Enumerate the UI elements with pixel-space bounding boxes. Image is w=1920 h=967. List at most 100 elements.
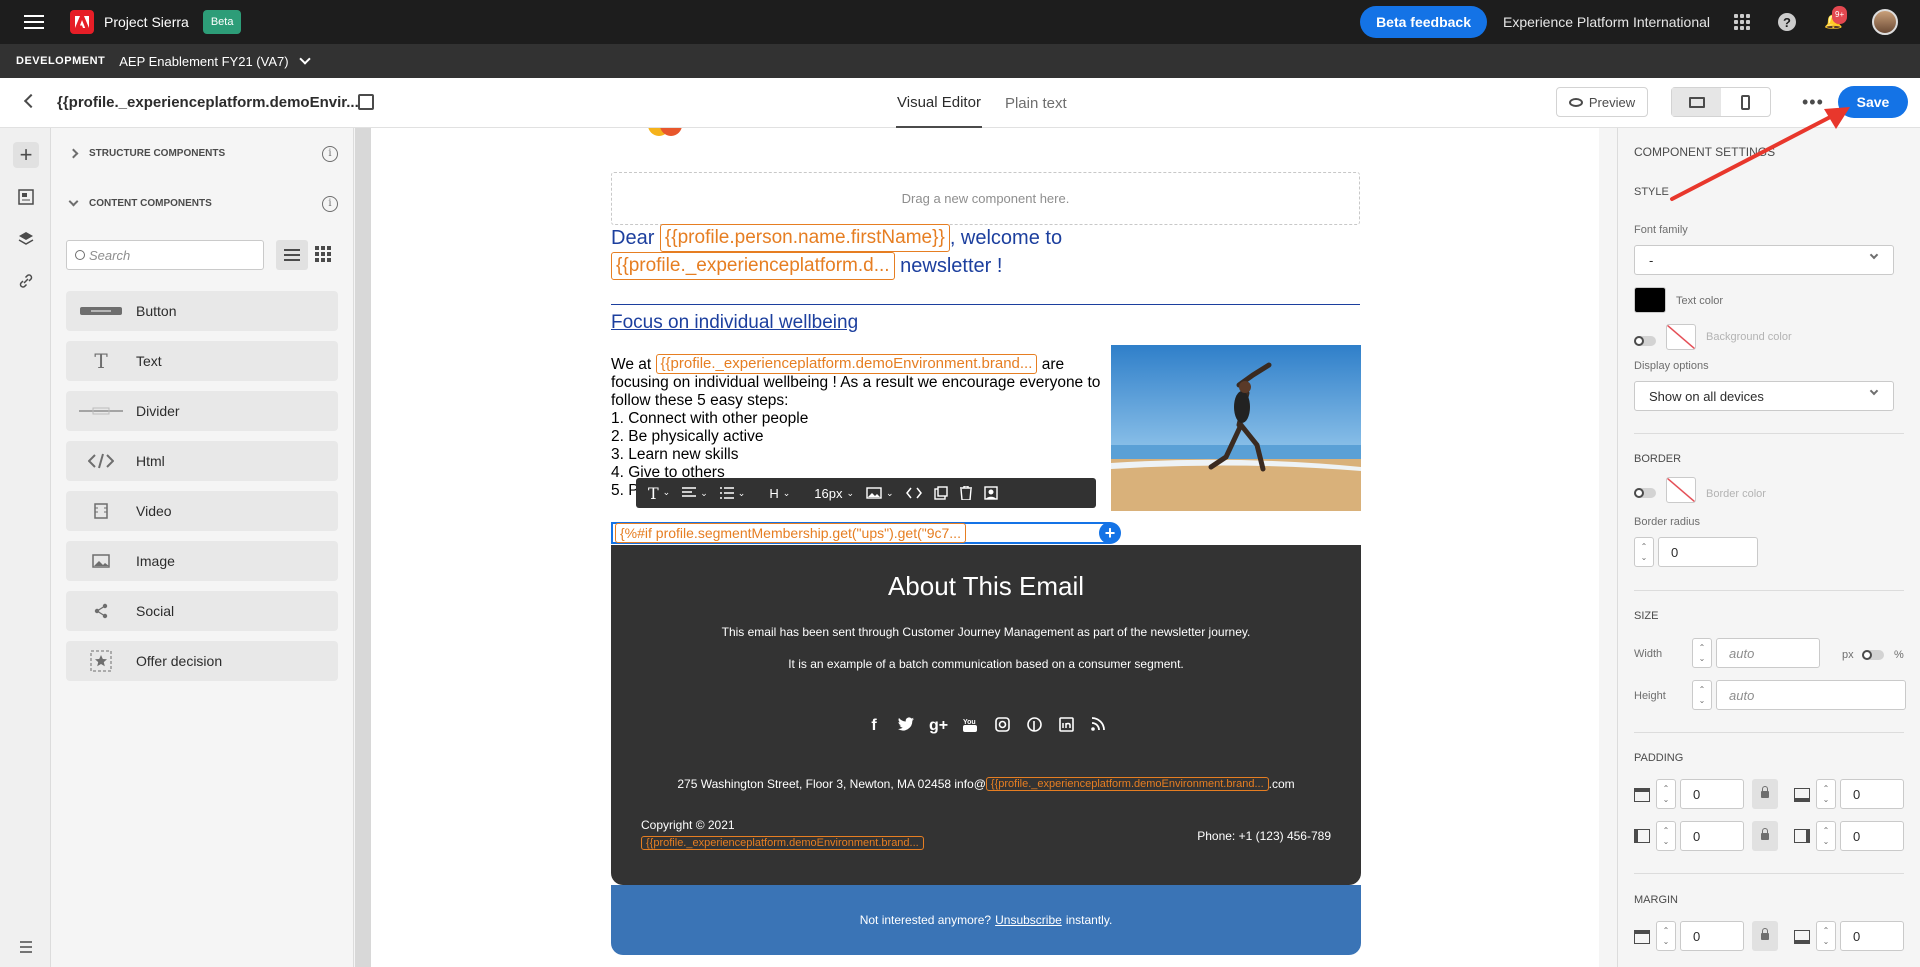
insert-image-dropdown[interactable]: ⌄	[866, 487, 894, 499]
sandbox-chevron-down-icon[interactable]	[298, 53, 311, 65]
width-input[interactable]: auto	[1716, 638, 1820, 668]
back-arrow-icon[interactable]	[23, 93, 39, 109]
component-offer-decision[interactable]: Offer decision	[66, 641, 338, 681]
pinterest-icon[interactable]	[1025, 717, 1043, 738]
list-dropdown[interactable]: ⌄	[719, 487, 745, 499]
unsubscribe-link[interactable]: Unsubscribe	[995, 913, 1062, 927]
personalization-token[interactable]: {{profile._experienceplatform.d...	[611, 252, 895, 280]
org-switcher[interactable]: Experience Platform International	[1503, 14, 1710, 30]
heading-dropdown[interactable]: H ⌄	[757, 486, 790, 501]
margin-bottom-input[interactable]: 0	[1840, 921, 1904, 951]
tab-plain-text[interactable]: Plain text	[1004, 78, 1068, 128]
display-options-select[interactable]: Show on all devices	[1634, 381, 1894, 411]
margin-bottom-stepper[interactable]: ⌃ ⌄	[1816, 921, 1836, 951]
footer-line[interactable]: It is an example of a batch communicatio…	[611, 657, 1361, 671]
padding-bottom-stepper[interactable]: ⌃ ⌄	[1816, 779, 1836, 809]
background-color-swatch[interactable]	[1666, 324, 1696, 350]
background-color-toggle[interactable]	[1634, 336, 1656, 346]
font-size-dropdown[interactable]: 16px ⌄	[802, 486, 854, 501]
fragments-icon[interactable]	[13, 184, 39, 210]
duplicate-icon[interactable]	[933, 486, 948, 500]
footer-line[interactable]: This email has been sent through Custome…	[611, 625, 1361, 639]
component-button[interactable]: Button	[66, 291, 338, 331]
more-options-icon[interactable]: •••	[1802, 92, 1824, 113]
padding-bottom-input[interactable]: 0	[1840, 779, 1904, 809]
border-color-swatch[interactable]	[1666, 477, 1696, 503]
yoga-beach-image[interactable]	[1111, 345, 1361, 511]
component-image[interactable]: Image	[66, 541, 338, 581]
width-stepper[interactable]: ⌃ ⌄	[1692, 638, 1712, 668]
component-social[interactable]: Social	[66, 591, 338, 631]
drop-zone[interactable]: Drag a new component here.	[611, 172, 1360, 225]
padding-top-stepper[interactable]: ⌃ ⌄	[1656, 779, 1676, 809]
margin-lock-icon[interactable]	[1752, 921, 1778, 951]
adobe-logo[interactable]	[70, 10, 94, 34]
unit-toggle[interactable]	[1862, 650, 1884, 660]
component-html[interactable]: Html	[66, 441, 338, 481]
margin-top-input[interactable]: 0	[1680, 921, 1744, 951]
social-icons[interactable]: f g+ You	[611, 717, 1361, 738]
source-code-icon[interactable]	[905, 487, 922, 499]
settings-list-icon[interactable]	[13, 934, 39, 960]
greeting-text[interactable]: Dear {{profile.person.name.firstName}}, …	[611, 224, 1151, 280]
facebook-icon[interactable]: f	[865, 717, 883, 738]
beta-feedback-button[interactable]: Beta feedback	[1360, 6, 1487, 38]
padding-lock-icon[interactable]	[1752, 821, 1778, 851]
conditional-content-block[interactable]: {%#if profile.segmentMembership.get("ups…	[611, 522, 1110, 544]
components-search-input[interactable]: Search	[66, 240, 264, 270]
footer-address[interactable]: 275 Washington Street, Floor 3, Newton, …	[611, 777, 1361, 791]
height-stepper[interactable]: ⌃ ⌄	[1692, 680, 1712, 710]
padding-right-stepper[interactable]: ⌃ ⌄	[1816, 821, 1836, 851]
padding-lock-icon[interactable]	[1752, 779, 1778, 809]
desktop-view-button[interactable]	[1672, 88, 1721, 116]
personalization-token[interactable]: {{profile.person.name.firstName}}	[659, 224, 950, 252]
rss-icon[interactable]	[1089, 717, 1107, 738]
section-heading[interactable]: Focus on individual wellbeing	[611, 312, 858, 334]
save-fragment-icon[interactable]	[983, 486, 998, 500]
sandbox-name[interactable]: AEP Enablement FY21 (VA7)	[119, 54, 288, 69]
info-icon[interactable]: i	[322, 196, 338, 212]
mobile-view-button[interactable]	[1721, 88, 1770, 116]
border-radius-stepper[interactable]: ⌃ ⌄	[1634, 537, 1654, 567]
personalization-token[interactable]: {%#if profile.segmentMembership.get("ups…	[615, 523, 966, 543]
border-color-toggle[interactable]	[1634, 488, 1656, 498]
footer-title[interactable]: About This Email	[611, 571, 1361, 602]
youtube-icon[interactable]: You	[961, 717, 979, 738]
personalization-token[interactable]: {{profile._experienceplatform.demoEnviro…	[985, 777, 1269, 791]
padding-right-input[interactable]: 0	[1840, 821, 1904, 851]
info-icon[interactable]: i	[322, 146, 338, 162]
app-name[interactable]: Project Sierra	[104, 14, 189, 30]
personalization-token[interactable]: {{profile._experienceplatform.demoEnviro…	[655, 354, 1038, 374]
footer-phone[interactable]: Phone: +1 (123) 456-789	[1197, 829, 1331, 843]
preview-button[interactable]: Preview	[1556, 87, 1648, 117]
padding-left-input[interactable]: 0	[1680, 821, 1744, 851]
list-view-button[interactable]	[276, 240, 308, 270]
hamburger-menu-icon[interactable]	[24, 15, 44, 29]
twitter-icon[interactable]	[897, 717, 915, 738]
instagram-icon[interactable]	[993, 717, 1011, 738]
margin-top-stepper[interactable]: ⌃ ⌄	[1656, 921, 1676, 951]
padding-top-input[interactable]: 0	[1680, 779, 1744, 809]
delete-icon[interactable]	[959, 486, 972, 500]
height-input[interactable]: auto	[1716, 680, 1906, 710]
text-style-dropdown[interactable]: T ⌄	[648, 484, 670, 503]
structure-components-header[interactable]: STRUCTURE COMPONENTS	[68, 148, 225, 159]
component-divider[interactable]: Divider	[66, 391, 338, 431]
grid-view-icon[interactable]	[315, 246, 331, 262]
app-switcher-icon[interactable]	[1734, 14, 1750, 30]
personalization-token[interactable]: {{profile._experienceplatform.demoEnviro…	[641, 836, 924, 850]
align-dropdown[interactable]: ⌄	[682, 487, 708, 499]
help-icon[interactable]: ?	[1778, 13, 1796, 31]
edit-properties-icon[interactable]	[358, 94, 374, 110]
font-family-select[interactable]: -	[1634, 245, 1894, 275]
footer-copyright[interactable]: Copyright © 2021 {{profile._experiencepl…	[641, 818, 924, 850]
padding-left-stepper[interactable]: ⌃ ⌄	[1656, 821, 1676, 851]
add-components-icon[interactable]: +	[13, 142, 39, 168]
component-text[interactable]: T Text	[66, 341, 338, 381]
border-radius-input[interactable]: 0	[1658, 537, 1758, 567]
add-block-icon[interactable]: +	[1099, 522, 1121, 544]
text-color-swatch[interactable]	[1634, 287, 1666, 313]
notifications-bell-icon[interactable]: 🔔9+	[1824, 6, 1848, 30]
content-components-header[interactable]: CONTENT COMPONENTS	[68, 196, 212, 209]
google-plus-icon[interactable]: g+	[929, 717, 948, 738]
